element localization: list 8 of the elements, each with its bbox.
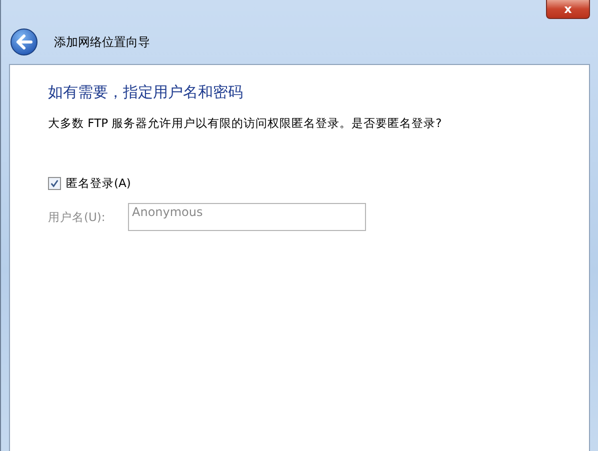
page-heading: 如有需要，指定用户名和密码 (48, 83, 244, 102)
anonymous-label: 匿名登录(A) (66, 176, 131, 191)
description-text: 大多数 FTP 服务器允许用户以有限的访问权限匿名登录。是否要匿名登录? (48, 116, 443, 131)
anonymous-checkbox[interactable] (48, 177, 61, 190)
username-label: 用户名(U): (48, 210, 106, 224)
close-button[interactable]: x (546, 0, 590, 19)
back-button[interactable] (10, 28, 38, 56)
wizard-title: 添加网络位置向导 (54, 34, 150, 50)
